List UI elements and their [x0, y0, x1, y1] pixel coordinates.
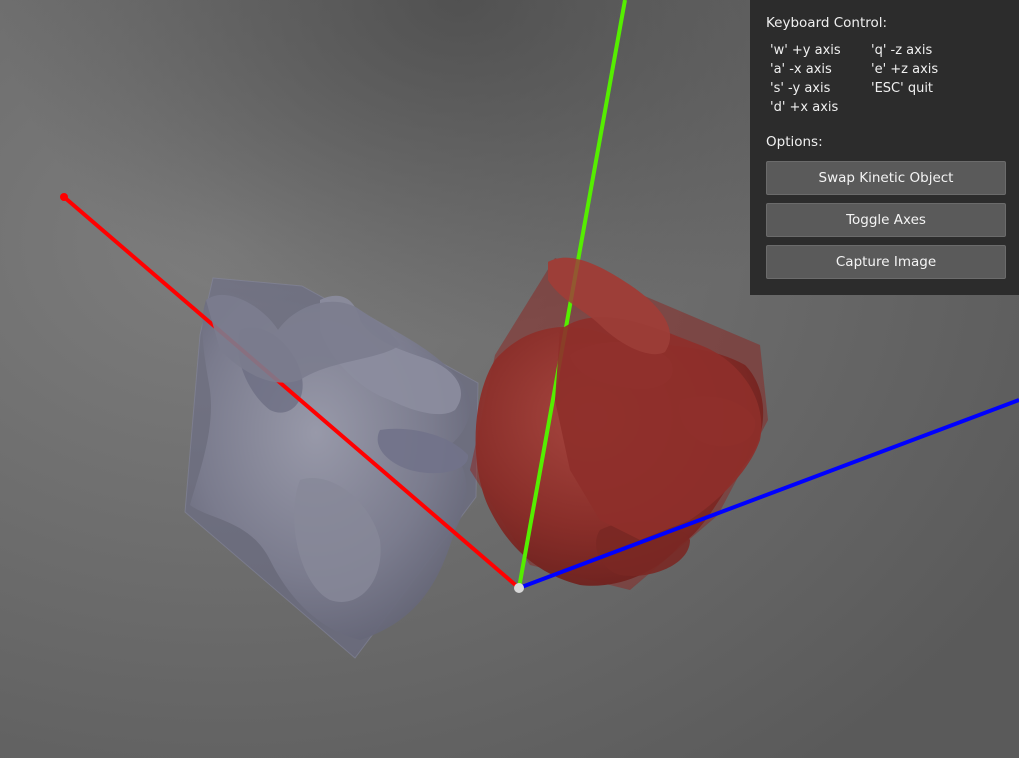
key-d-label: 'd' +x axis [770, 100, 839, 115]
key-a-label: 'a' -x axis [770, 62, 832, 77]
key-e-label: 'e' +z axis [871, 62, 939, 77]
capture-image-button[interactable]: Capture Image [766, 245, 1006, 279]
x-axis-tip [60, 193, 68, 201]
3d-viewport[interactable]: Keyboard Control: 'w' +y axis 'q' -z axi… [0, 0, 1019, 758]
key-q-label: 'q' -z axis [871, 43, 933, 58]
keyboard-keys-list: 'w' +y axis 'q' -z axis 'a' -x axis 'e' … [770, 42, 1006, 117]
options-heading: Options: [766, 134, 823, 150]
toggle-axes-button[interactable]: Toggle Axes [766, 203, 1006, 237]
key-w-label: 'w' +y axis [770, 43, 841, 58]
swap-kinetic-object-button[interactable]: Swap Kinetic Object [766, 161, 1006, 195]
key-empty [871, 99, 971, 117]
keyboard-control-heading: Keyboard Control: [766, 15, 888, 31]
key-esc-label: 'ESC' quit [871, 81, 934, 96]
axes-origin [514, 583, 524, 593]
key-s-label: 's' -y axis [770, 81, 831, 96]
control-panel: Keyboard Control: 'w' +y axis 'q' -z axi… [750, 0, 1019, 295]
